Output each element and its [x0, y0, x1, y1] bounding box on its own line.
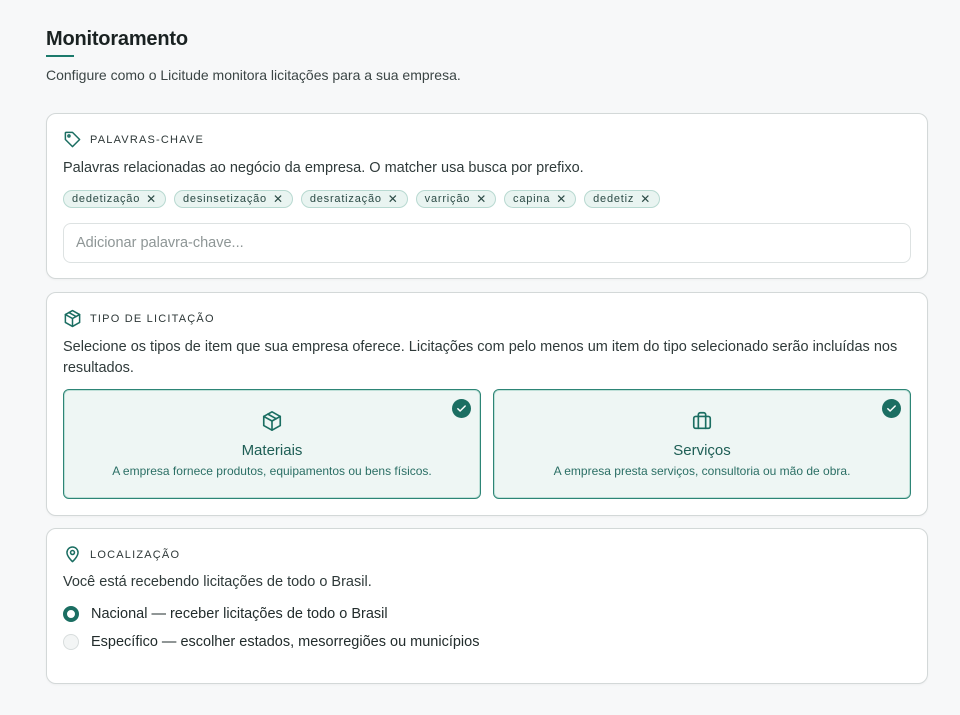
servicos-option[interactable]: Serviços A empresa presta serviços, cons… [493, 389, 911, 499]
keyword-chip: dedetização ✕ [63, 190, 166, 208]
radio-especifico-label: Específico — escolher estados, mesorregi… [91, 634, 480, 650]
tag-icon [63, 130, 82, 149]
radio-nacional-label: Nacional — receber licitações de todo o … [91, 606, 388, 622]
keyword-chip-label: desinsetização [182, 193, 267, 205]
keyword-chip: capina ✕ [504, 190, 577, 208]
keyword-chip: dedetiz ✕ [584, 190, 661, 208]
servicos-title: Serviços [673, 442, 731, 459]
localizacao-card: LOCALIZAÇÃO Você está recebendo licitaçõ… [46, 528, 928, 684]
check-icon [882, 399, 901, 418]
page-subtitle: Configure como o Licitude monitora licit… [46, 67, 461, 83]
localizacao-label: LOCALIZAÇÃO [90, 548, 181, 561]
keywords-label: PALAVRAS-CHAVE [90, 133, 204, 146]
keywords-card: PALAVRAS-CHAVE Palavras relacionadas ao … [46, 113, 928, 279]
materiais-description: A empresa fornece produtos, equipamentos… [112, 464, 432, 478]
remove-keyword-icon[interactable]: ✕ [388, 193, 399, 205]
remove-keyword-icon[interactable]: ✕ [146, 193, 157, 205]
keyword-chip: desratização ✕ [300, 190, 408, 208]
remove-keyword-icon[interactable]: ✕ [556, 193, 567, 205]
keyword-chip-label: capina [513, 193, 551, 205]
radio-nacional[interactable]: Nacional — receber licitações de todo o … [63, 606, 388, 622]
materiais-title: Materiais [241, 442, 303, 459]
localizacao-header: LOCALIZAÇÃO [63, 545, 180, 564]
keyword-chips: dedetização ✕ desinsetização ✕ desratiza… [63, 190, 661, 208]
remove-keyword-icon[interactable]: ✕ [640, 193, 651, 205]
keyword-chip-label: dedetiz [593, 193, 635, 205]
tipo-licitacao-card: TIPO DE LICITAÇÃO Selecione os tipos de … [46, 292, 928, 516]
remove-keyword-icon[interactable]: ✕ [273, 193, 284, 205]
materiais-option[interactable]: Materiais A empresa fornece produtos, eq… [63, 389, 481, 499]
localizacao-description: Você está recebendo licitações de todo o… [63, 574, 372, 590]
radio-button[interactable] [63, 634, 79, 650]
add-keyword-input[interactable] [63, 223, 911, 263]
keyword-chip-label: dedetização [72, 193, 141, 205]
box-icon [63, 309, 82, 328]
keywords-description: Palavras relacionadas ao negócio da empr… [63, 160, 584, 176]
tipo-header: TIPO DE LICITAÇÃO [63, 309, 215, 328]
page-title: Monitoramento [46, 28, 188, 50]
map-pin-icon [63, 545, 82, 564]
tipo-label: TIPO DE LICITAÇÃO [90, 312, 215, 325]
tipo-description: Selecione os tipos de item que sua empre… [63, 339, 898, 376]
keyword-chip: varrição ✕ [415, 190, 497, 208]
servicos-description: A empresa presta serviços, consultoria o… [553, 464, 851, 478]
remove-keyword-icon[interactable]: ✕ [476, 193, 487, 205]
check-icon [452, 399, 471, 418]
keyword-chip-label: desratização [309, 193, 382, 205]
briefcase-icon [691, 410, 713, 437]
keywords-header: PALAVRAS-CHAVE [63, 130, 204, 149]
title-underline [46, 55, 74, 57]
keyword-chip: desinsetização ✕ [173, 190, 293, 208]
radio-especifico[interactable]: Específico — escolher estados, mesorregi… [63, 634, 479, 650]
radio-button-selected[interactable] [63, 606, 79, 622]
keyword-chip-label: varrição [424, 193, 471, 205]
box-icon [261, 410, 283, 437]
